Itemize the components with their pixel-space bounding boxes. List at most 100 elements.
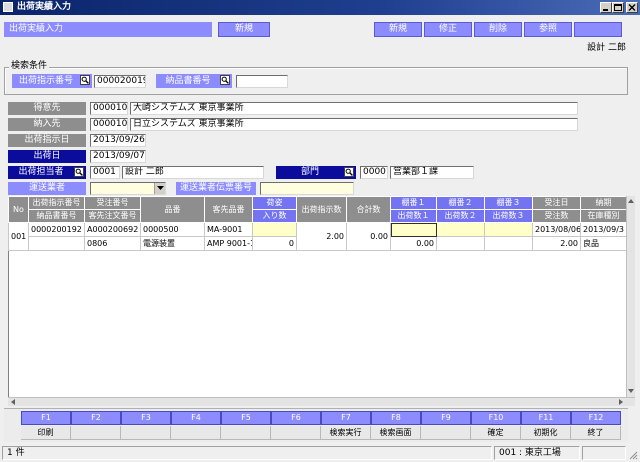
scroll-up-icon[interactable]	[627, 197, 635, 205]
col-header-no[interactable]: No	[8, 196, 29, 223]
search-icon	[220, 75, 230, 85]
mode-button[interactable]: 新規	[218, 22, 270, 37]
col-header-due-date[interactable]: 納期	[580, 196, 626, 210]
delete-button[interactable]: 削除	[474, 22, 522, 37]
person-name-field[interactable]: 設計 二郎	[122, 166, 264, 179]
cell-total-qty[interactable]: 0.00	[346, 222, 391, 251]
cell-ship-instruction-no[interactable]: 0000200192	[28, 222, 85, 237]
cell-customer-order-no[interactable]: 0806	[84, 236, 141, 251]
table-row[interactable]: 001 0000200192 A000200692 0000500 MA-900…	[8, 222, 626, 251]
carrier-select[interactable]	[90, 182, 166, 195]
cell-packing[interactable]	[252, 222, 297, 237]
col-header-customer-order-no[interactable]: 客先注文番号	[84, 209, 141, 223]
f4-button[interactable]: F4	[171, 411, 221, 425]
cell-ship-qty-1[interactable]: 0.00	[390, 236, 437, 251]
col-header-order-no[interactable]: 受注番号	[84, 196, 141, 210]
f7-button[interactable]: F7	[321, 411, 371, 425]
cell-ship-qty-3[interactable]	[484, 236, 533, 251]
col-header-ship-qty-2[interactable]: 出荷数２	[436, 209, 485, 223]
cell-item-no[interactable]: 0000500	[140, 222, 205, 237]
department-search-button[interactable]: 部門	[276, 166, 356, 179]
cell-order-date[interactable]: 2013/08/06	[532, 222, 581, 237]
resize-grip-icon[interactable]	[628, 450, 638, 460]
f10-button[interactable]: F10	[471, 411, 521, 425]
minimize-icon	[603, 9, 608, 11]
close-button[interactable]	[626, 2, 638, 13]
scroll-right-icon[interactable]	[617, 398, 625, 406]
col-header-shelf-2[interactable]: 棚番２	[436, 196, 485, 210]
cell-order-qty[interactable]: 2.00	[532, 236, 581, 251]
f5-button[interactable]: F5	[221, 411, 271, 425]
ship-date-field[interactable]: 2013/09/07	[90, 150, 146, 163]
f9-button[interactable]: F9	[421, 411, 471, 425]
col-header-total-qty[interactable]: 合計数	[346, 196, 391, 223]
delivery-no-search-button[interactable]: 納品書番号	[156, 74, 232, 88]
col-header-order-date[interactable]: 受注日	[532, 196, 581, 210]
ship-to-name-field[interactable]: 日立システムズ 東京事業所	[130, 118, 578, 131]
f8-label: 検索画面	[371, 426, 421, 440]
col-header-instruction-qty[interactable]: 出荷指示数	[296, 196, 347, 223]
f11-button[interactable]: F11	[521, 411, 571, 425]
cell-delivery-no[interactable]	[28, 236, 85, 251]
edit-button[interactable]: 修正	[424, 22, 472, 37]
col-header-ship-qty-1[interactable]: 出荷数１	[390, 209, 437, 223]
ship-instruction-no-search-button[interactable]: 出荷指示番号	[12, 74, 92, 88]
col-header-shelf-1[interactable]: 棚番１	[390, 196, 437, 210]
col-header-qty-per-pack[interactable]: 入り数	[252, 209, 297, 223]
new-button[interactable]: 新規	[374, 22, 422, 37]
f12-button[interactable]: F12	[571, 411, 621, 425]
delivery-no-input[interactable]	[236, 75, 288, 88]
carrier-slip-label: 運送業者伝票番号	[176, 182, 256, 195]
col-header-shelf-3[interactable]: 棚番３	[484, 196, 533, 210]
title-bar[interactable]: 出荷実績入力	[0, 0, 640, 15]
cell-order-no[interactable]: A000200692	[84, 222, 141, 237]
cell-stock-type[interactable]: 良品	[580, 236, 626, 251]
department-code-field[interactable]: 00001	[360, 166, 388, 179]
minimize-button[interactable]	[600, 2, 612, 13]
col-header-delivery-no[interactable]: 納品書番号	[28, 209, 85, 223]
shipment-grid[interactable]: No 出荷指示番号 受注番号 品番 客先品番 荷姿 出荷指示数 合計数 棚番１ …	[8, 196, 626, 397]
scroll-down-icon[interactable]	[627, 387, 635, 395]
grid-vertical-scrollbar[interactable]	[626, 196, 635, 397]
customer-code-field[interactable]: 00001000	[90, 102, 128, 115]
cell-customer-item-name[interactable]: AMP 9001-1	[204, 236, 253, 251]
customer-name-field[interactable]: 大崎システムズ 東京事業所	[130, 102, 578, 115]
person-code-field[interactable]: 0001	[90, 166, 120, 179]
cell-shelf-1[interactable]	[390, 222, 437, 237]
ship-instruction-no-input[interactable]: 0000200192	[94, 75, 146, 88]
cell-customer-item-no[interactable]: MA-9001	[204, 222, 253, 237]
maximize-button[interactable]	[612, 2, 624, 13]
col-header-ship-qty-3[interactable]: 出荷数３	[484, 209, 533, 223]
scroll-left-icon[interactable]	[9, 398, 17, 406]
ship-to-code-field[interactable]: 00001000	[90, 118, 128, 131]
cell-instruction-qty[interactable]: 2.00	[296, 222, 347, 251]
f2-button[interactable]: F2	[71, 411, 121, 425]
f6-button[interactable]: F6	[271, 411, 321, 425]
f8-button[interactable]: F8	[371, 411, 421, 425]
cell-shelf-3[interactable]	[484, 222, 533, 237]
department-name-field[interactable]: 営業部１課	[390, 166, 474, 179]
blank-action-button[interactable]	[574, 22, 622, 37]
col-header-packing[interactable]: 荷姿	[252, 196, 297, 210]
reference-button[interactable]: 参照	[524, 22, 572, 37]
cell-due-date[interactable]: 2013/09/3	[580, 222, 626, 237]
col-header-customer-item-no[interactable]: 客先品番	[204, 196, 253, 223]
instruction-date-field[interactable]: 2013/09/26	[90, 134, 146, 147]
cell-qty-per-pack[interactable]: 0	[252, 236, 297, 251]
col-header-ship-instruction-no[interactable]: 出荷指示番号	[28, 196, 85, 210]
col-header-item-no[interactable]: 品番	[140, 196, 205, 223]
cell-shelf-2[interactable]	[436, 222, 485, 237]
cell-no[interactable]: 001	[8, 222, 29, 251]
carrier-dropdown-button[interactable]	[154, 183, 165, 194]
grid-horizontal-scrollbar[interactable]	[8, 397, 635, 406]
carrier-slip-field[interactable]	[260, 182, 354, 195]
col-header-stock-type[interactable]: 在庫種別	[580, 209, 626, 223]
col-header-order-qty[interactable]: 受注数	[532, 209, 581, 223]
person-search-button[interactable]: 出荷担当者	[8, 166, 86, 179]
cell-ship-qty-2[interactable]	[436, 236, 485, 251]
f4-label	[171, 426, 221, 440]
ship-instruction-no-label: 出荷指示番号	[18, 76, 73, 86]
cell-item-name[interactable]: 電源装置	[140, 236, 205, 251]
f1-button[interactable]: F1	[21, 411, 71, 425]
f3-button[interactable]: F3	[121, 411, 171, 425]
